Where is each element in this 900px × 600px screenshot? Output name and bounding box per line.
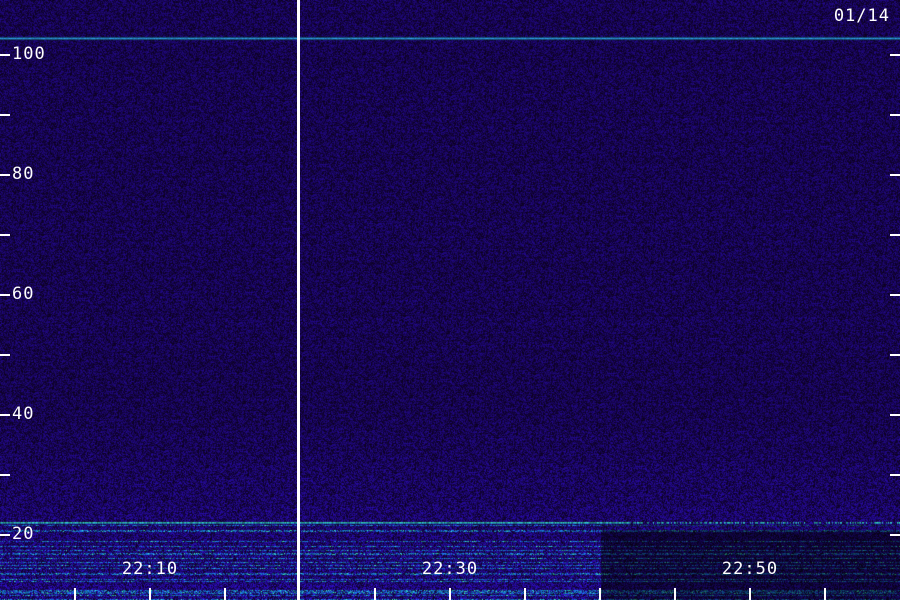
x-tick xyxy=(224,588,226,600)
y-tick-right xyxy=(890,114,900,116)
x-tick xyxy=(524,588,526,600)
y-tick-label-20: 20 xyxy=(12,524,35,544)
y-tick-right xyxy=(890,234,900,236)
y-tick-label-100: 100 xyxy=(12,44,46,64)
y-tick-left xyxy=(0,414,10,416)
y-tick-right xyxy=(890,414,900,416)
x-tick-label-2250: 22:50 xyxy=(721,559,779,579)
y-tick-left xyxy=(0,294,10,296)
time-marker-line xyxy=(297,0,300,600)
y-tick-label-40: 40 xyxy=(12,404,35,424)
y-tick-label-80: 80 xyxy=(12,164,35,184)
y-tick-left xyxy=(0,234,10,236)
x-tick xyxy=(149,588,151,600)
y-tick-left xyxy=(0,474,10,476)
date-label: 01/14 xyxy=(833,6,890,26)
x-tick xyxy=(374,588,376,600)
y-tick-right xyxy=(890,174,900,176)
spectrogram-canvas xyxy=(0,0,900,600)
x-tick xyxy=(824,588,826,600)
y-tick-left xyxy=(0,534,10,536)
y-tick-left xyxy=(0,54,10,56)
x-tick xyxy=(749,588,751,600)
x-tick-label-2210: 22:10 xyxy=(121,559,179,579)
x-tick xyxy=(74,588,76,600)
y-tick-right xyxy=(890,474,900,476)
y-tick-right xyxy=(890,534,900,536)
x-tick xyxy=(674,588,676,600)
y-tick-right xyxy=(890,294,900,296)
y-tick-right xyxy=(890,54,900,56)
x-tick xyxy=(449,588,451,600)
spectrogram-view: 01/14 100 80 60 40 20 22:10 22:30 22:50 xyxy=(0,0,900,600)
y-tick-left xyxy=(0,114,10,116)
y-tick-right xyxy=(890,354,900,356)
y-tick-left xyxy=(0,174,10,176)
y-tick-label-60: 60 xyxy=(12,284,35,304)
y-tick-left xyxy=(0,354,10,356)
x-tick xyxy=(599,588,601,600)
x-tick-label-2230: 22:30 xyxy=(421,559,479,579)
